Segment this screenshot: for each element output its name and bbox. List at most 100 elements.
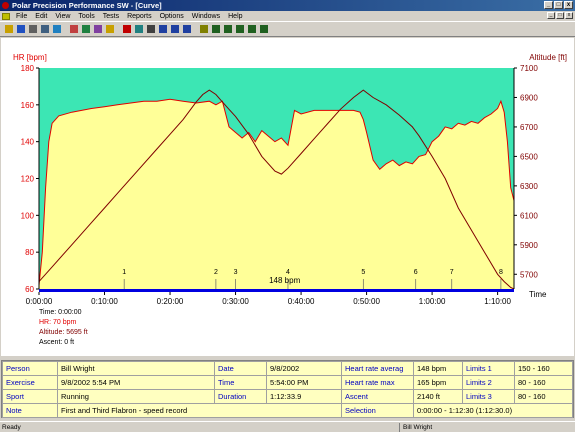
cursor-time: Time: 0:00:00 xyxy=(39,309,82,316)
bar-chart-3-button[interactable] xyxy=(234,24,245,35)
zoom-tool-button[interactable] xyxy=(181,24,192,35)
calendar-button[interactable] xyxy=(68,24,79,35)
doc-restore-button[interactable]: □ xyxy=(556,12,564,19)
globe-button[interactable] xyxy=(51,24,62,35)
menu-file[interactable]: File xyxy=(12,13,31,20)
edit-icon xyxy=(93,25,102,33)
open-folder-button[interactable] xyxy=(104,24,115,35)
curve-icon xyxy=(122,25,131,33)
menu-edit[interactable]: Edit xyxy=(31,13,51,20)
duration-value[interactable]: 1:12:33.9 xyxy=(266,389,342,404)
doc-close-button[interactable]: x xyxy=(565,12,573,19)
lap-label: 2 xyxy=(214,269,218,276)
altitude-tick-label: 6100 xyxy=(520,211,538,220)
table-icon xyxy=(146,25,155,33)
chart-button[interactable] xyxy=(133,24,144,35)
hr-max-value: 165 bpm xyxy=(413,375,463,390)
duration-label: Duration xyxy=(214,389,267,404)
bar-chart-5-button[interactable] xyxy=(258,24,269,35)
menu-options[interactable]: Options xyxy=(156,13,188,20)
book-button[interactable] xyxy=(80,24,91,35)
bar-chart-1-button[interactable] xyxy=(210,24,221,35)
toolbar xyxy=(0,21,575,37)
lap-label: 8 xyxy=(499,269,503,276)
menu-bar: File Edit View Tools Tests Reports Optio… xyxy=(0,11,575,21)
lap-label: 7 xyxy=(450,269,454,276)
polar-heart-icon xyxy=(2,2,9,9)
bar-chart-3-icon xyxy=(235,25,244,33)
date-value[interactable]: 9/8/2002 xyxy=(266,361,342,376)
note-label: Note xyxy=(2,403,58,418)
status-bar: Ready Bill Wright xyxy=(0,421,575,432)
curve-chart[interactable]: 1 2 3 4 5 6 7 8 148 bpm 180 160 140 120 100 80 60 HR [b… xyxy=(1,38,574,356)
exercise-details: Person Bill Wright Date 9/8/2002 Heart r… xyxy=(1,360,574,418)
bar-chart-2-button[interactable] xyxy=(222,24,233,35)
edit-button[interactable] xyxy=(92,24,103,35)
picture-button[interactable] xyxy=(198,24,209,35)
ascent-value: 2140 ft xyxy=(413,389,463,404)
menu-tests[interactable]: Tests xyxy=(99,13,123,20)
menu-view[interactable]: View xyxy=(51,13,74,20)
bar-chart-4-button[interactable] xyxy=(246,24,257,35)
window-controls: _ □ x xyxy=(544,1,573,9)
lap-label: 4 xyxy=(286,269,290,276)
person-value[interactable]: Bill Wright xyxy=(57,361,215,376)
time-value[interactable]: 5:54:00 PM xyxy=(266,375,342,390)
open-button[interactable] xyxy=(3,24,14,35)
cursor-altitude: Altitude: 5695 ft xyxy=(39,329,88,336)
maximize-button[interactable]: □ xyxy=(554,1,563,9)
print-icon xyxy=(28,25,37,33)
doc-minimize-button[interactable]: _ xyxy=(547,12,555,19)
document-icon[interactable] xyxy=(2,12,10,20)
limits3-value: 80 - 160 xyxy=(514,389,573,404)
time-tick-label: 1:00:00 xyxy=(419,297,446,306)
bar-chart-4-icon xyxy=(247,25,256,33)
preview-button[interactable] xyxy=(39,24,50,35)
menu-tools[interactable]: Tools xyxy=(74,13,98,20)
person-label: Person xyxy=(2,361,58,376)
print-button[interactable] xyxy=(27,24,38,35)
limits1-label: Limits 1 xyxy=(462,361,515,376)
sport-label: Sport xyxy=(2,389,58,404)
cursor-ascent: Ascent: 0 ft xyxy=(39,339,75,346)
open-icon xyxy=(4,25,13,33)
save-button[interactable] xyxy=(15,24,26,35)
menu-windows[interactable]: Windows xyxy=(188,13,224,20)
menu-reports[interactable]: Reports xyxy=(123,13,156,20)
altitude-tick-label: 5900 xyxy=(520,241,538,250)
document-controls: _ □ x xyxy=(547,12,573,19)
hr-tick-label: 180 xyxy=(21,64,35,73)
menu-help[interactable]: Help xyxy=(224,13,246,20)
lap-label: 3 xyxy=(234,269,238,276)
ascent-label: Ascent xyxy=(341,389,414,404)
status-text: Ready xyxy=(0,422,400,432)
time-axis-label: Time xyxy=(529,290,547,299)
limits1-value: 150 - 160 xyxy=(514,361,573,376)
globe-icon xyxy=(52,25,61,33)
altitude-tick-label: 7100 xyxy=(520,64,538,73)
picture-icon xyxy=(199,25,208,33)
hr-tick-label: 100 xyxy=(21,211,35,220)
exercise-value[interactable]: 9/8/2002 5:54 PM xyxy=(57,375,215,390)
zoom-tool-icon xyxy=(182,25,191,33)
save-icon xyxy=(16,25,25,33)
close-button[interactable]: x xyxy=(564,1,573,9)
lap-label: 1 xyxy=(122,269,126,276)
altitude-tick-label: 6900 xyxy=(520,93,538,102)
limits3-label: Limits 3 xyxy=(462,389,515,404)
chart-svg: 1 2 3 4 5 6 7 8 148 bpm 180 160 140 120 100 80 60 HR [b… xyxy=(13,53,567,306)
time-label: Time xyxy=(214,375,267,390)
zoom-in-button[interactable] xyxy=(157,24,168,35)
hr-tick-label: 60 xyxy=(25,285,34,294)
curve-button[interactable] xyxy=(121,24,132,35)
zoom-out-button[interactable] xyxy=(169,24,180,35)
zoom-in-icon xyxy=(158,25,167,33)
table-button[interactable] xyxy=(145,24,156,35)
ascent-number: 2140 xyxy=(417,392,434,401)
note-value[interactable]: First and Third Flabron - speed record xyxy=(57,403,342,418)
time-tick-label: 0:30:00 xyxy=(222,297,249,306)
minimize-button[interactable]: _ xyxy=(544,1,553,9)
sport-value[interactable]: Running xyxy=(57,389,215,404)
lap-label: 5 xyxy=(361,269,365,276)
bar-chart-2-icon xyxy=(223,25,232,33)
